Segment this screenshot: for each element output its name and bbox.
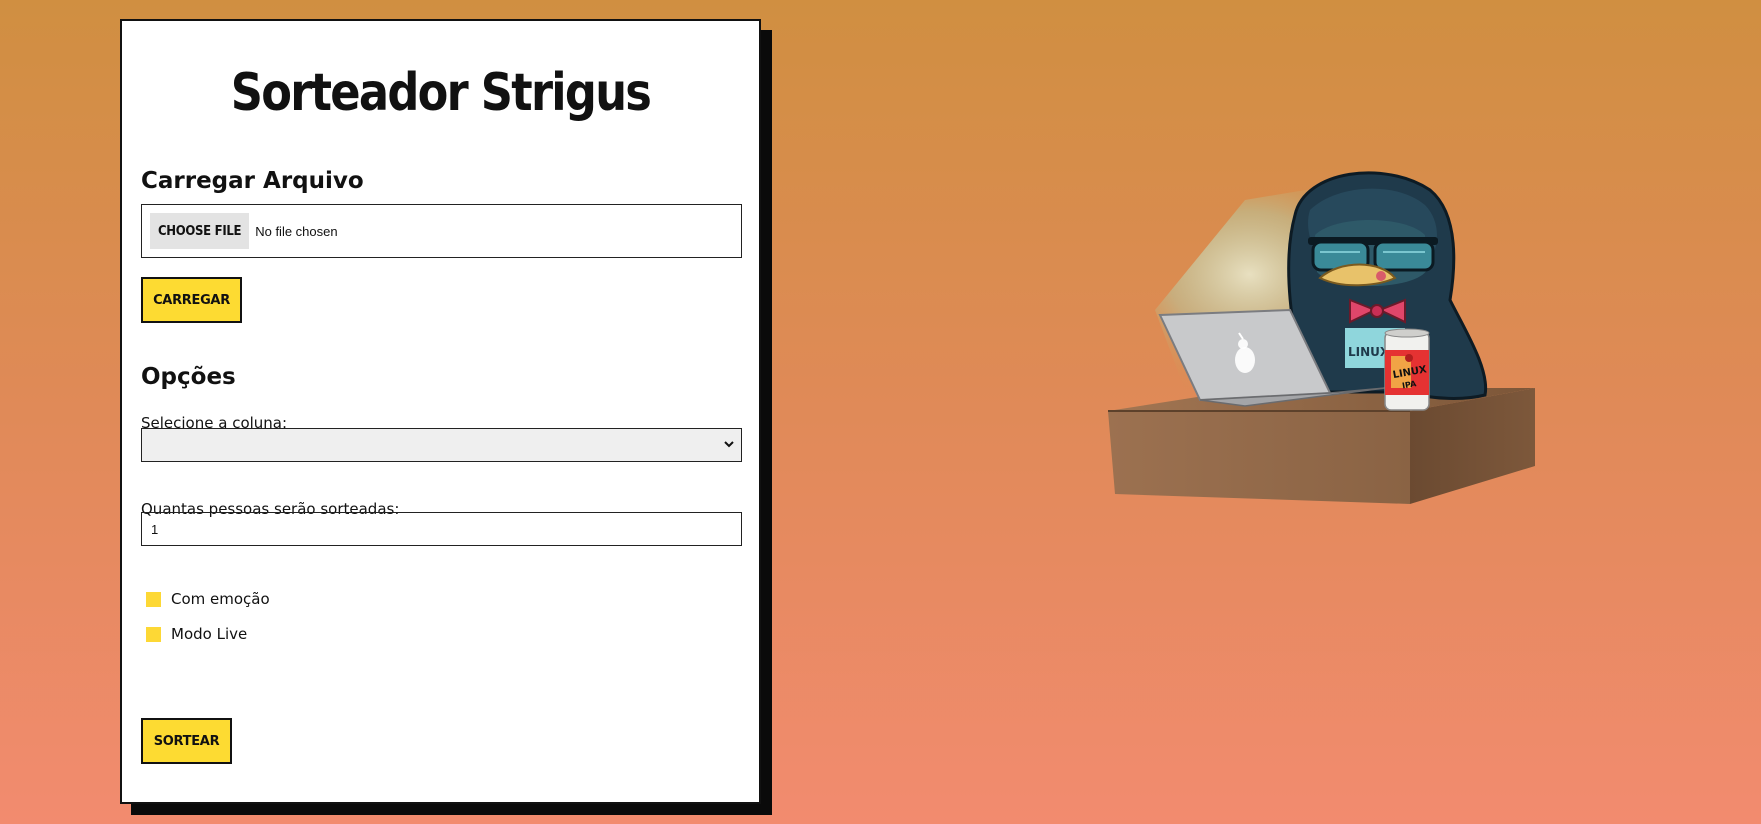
desk: [1108, 388, 1535, 504]
page-title: Sorteador Strigus: [230, 63, 652, 123]
upload-heading: Carregar Arquivo: [141, 168, 364, 194]
shirt-text: LINUX: [1348, 345, 1390, 359]
checkbox-label: Modo Live: [171, 625, 248, 643]
load-button[interactable]: CARREGAR: [141, 277, 242, 323]
penguin-hacker-illustration: LINUX LINUX IPA: [1108, 171, 1535, 504]
draw-button[interactable]: SORTEAR: [141, 718, 232, 764]
file-status-text: No file chosen: [255, 223, 338, 239]
count-input[interactable]: 1: [141, 512, 742, 546]
checkbox-label: Com emoção: [171, 590, 270, 608]
choose-file-button[interactable]: CHOOSE FILE: [150, 213, 250, 249]
column-select[interactable]: [141, 428, 742, 462]
checkbox-modo-live[interactable]: Modo Live: [146, 625, 247, 643]
file-input[interactable]: CHOOSE FILE No file chosen: [141, 204, 742, 258]
checkbox-square[interactable]: [146, 626, 161, 642]
raffle-card: Sorteador Strigus Carregar Arquivo CHOOS…: [120, 19, 761, 804]
checkbox-square[interactable]: [146, 591, 161, 607]
beer-can-icon: LINUX IPA: [1384, 328, 1430, 411]
checkbox-com-emocao[interactable]: Com emoção: [146, 590, 270, 608]
chevron-down-icon: [724, 441, 734, 448]
options-heading: Opções: [141, 364, 236, 390]
